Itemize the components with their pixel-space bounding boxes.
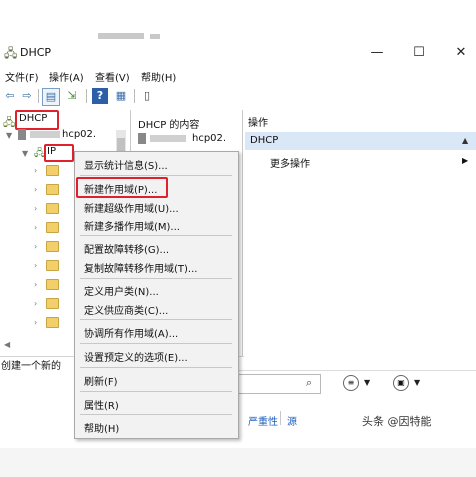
actions-more[interactable]: 更多操作	[270, 155, 310, 170]
menu-action[interactable]: 操作(A)	[49, 69, 84, 84]
redacted-block	[150, 135, 186, 142]
menu-item-set-predefined-options[interactable]: 设置预定义的选项(E)...	[84, 349, 188, 364]
menu-separator	[80, 278, 232, 279]
back-arrow-icon[interactable]: ⇦	[2, 88, 18, 104]
menu-separator	[80, 235, 232, 236]
forward-arrow-icon[interactable]: ⇨	[19, 88, 35, 104]
expand-arrow-icon[interactable]: ▼	[6, 131, 12, 140]
collapse-arrow-icon[interactable]: ›	[34, 280, 37, 289]
folder-icon	[46, 260, 59, 271]
maximize-button[interactable]: ☐	[404, 42, 434, 64]
actions-header: 操作	[248, 118, 268, 129]
export-list-icon[interactable]: ⇲	[64, 88, 80, 104]
menu-view[interactable]: 查看(V)	[95, 69, 130, 84]
dhcp-app-icon: 🖧	[4, 46, 18, 60]
toolbar-separator	[134, 89, 135, 103]
collapse-arrow-icon[interactable]: ›	[34, 318, 37, 327]
save-icon[interactable]: ▣	[393, 375, 409, 391]
menu-item-replicate-failover[interactable]: 复制故障转移作用域(T)...	[84, 260, 197, 275]
folder-icon	[46, 317, 59, 328]
bottom-band	[0, 448, 476, 477]
menu-item-new-scope[interactable]: 新建作用域(P)...	[84, 181, 157, 196]
menu-item-reconcile-scopes[interactable]: 协调所有作用域(A)...	[84, 325, 178, 340]
folder-icon	[46, 279, 59, 290]
menu-item-new-multicast-scope[interactable]: 新建多播作用域(M)...	[84, 218, 180, 233]
collapse-arrow-icon[interactable]: ›	[34, 299, 37, 308]
actions-dhcp[interactable]: DHCP	[250, 135, 278, 146]
tree-server[interactable]: hcp02.	[62, 129, 96, 140]
menu-separator	[80, 391, 232, 392]
menu-help[interactable]: 帮助(H)	[141, 69, 176, 84]
background-mark	[150, 34, 160, 39]
column-source[interactable]: 源	[287, 413, 297, 428]
background-mark	[98, 33, 144, 39]
status-text: 创建一个新的	[1, 361, 61, 372]
show-hide-tree-icon[interactable]: ▤	[42, 88, 60, 106]
column-divider	[280, 411, 281, 425]
folder-icon	[46, 222, 59, 233]
content-server-item[interactable]: hcp02.	[192, 133, 226, 144]
scroll-left-icon[interactable]: ◀	[4, 340, 10, 349]
menu-item-refresh[interactable]: 刷新(F)	[84, 373, 118, 388]
collapse-arrow-icon[interactable]: ›	[34, 261, 37, 270]
background-strip	[0, 0, 476, 42]
menu-separator	[80, 367, 232, 368]
tree-ipv4[interactable]: IP	[47, 146, 56, 157]
menu-separator	[80, 319, 232, 320]
menu-file[interactable]: 文件(F)	[5, 69, 39, 84]
window-title: DHCP	[20, 46, 52, 59]
collapse-arrow-icon[interactable]: ›	[34, 185, 37, 194]
menu-item-show-stats[interactable]: 显示统计信息(S)...	[84, 157, 168, 172]
collapse-arrow-icon[interactable]: ›	[34, 204, 37, 213]
close-button[interactable]: ✕	[446, 42, 476, 64]
server-node-icon	[18, 129, 26, 140]
folder-icon	[46, 241, 59, 252]
menu-item-define-user-classes[interactable]: 定义用户类(N)...	[84, 283, 159, 298]
tree-root-dhcp[interactable]: DHCP	[19, 113, 47, 124]
collapse-up-icon[interactable]: ▲	[462, 136, 468, 145]
folder-icon	[46, 184, 59, 195]
menu-item-define-vendor-classes[interactable]: 定义供应商类(C)...	[84, 302, 168, 317]
folder-icon	[46, 165, 59, 176]
column-severity[interactable]: 严重性	[248, 413, 278, 428]
server-node-icon	[138, 133, 146, 144]
properties-icon[interactable]: ▦	[113, 88, 129, 104]
folder-icon	[46, 298, 59, 309]
collapse-arrow-icon[interactable]: ›	[34, 223, 37, 232]
minimize-button[interactable]: —	[362, 42, 392, 64]
actions-header-bar	[244, 110, 476, 130]
chevron-down-icon[interactable]: ▼	[364, 378, 370, 387]
content-header: DHCP 的内容	[138, 120, 200, 131]
watermark: 头条 @因特能	[362, 415, 432, 428]
collapse-arrow-icon[interactable]: ›	[34, 242, 37, 251]
folder-icon	[46, 203, 59, 214]
menu-item-new-superscope[interactable]: 新建超级作用域(U)...	[84, 200, 179, 215]
menu-separator	[80, 175, 232, 176]
search-icon[interactable]: ⌕	[306, 376, 312, 390]
menu-item-properties[interactable]: 属性(R)	[84, 397, 119, 412]
menu-item-help[interactable]: 帮助(H)	[84, 420, 119, 435]
actions-selected-row[interactable]	[245, 132, 476, 150]
filter-icon[interactable]: ≡	[343, 375, 359, 391]
submenu-arrow-icon[interactable]: ▶	[462, 156, 468, 165]
server-icon[interactable]: ▯	[139, 88, 155, 104]
toolbar-separator	[86, 89, 87, 103]
redacted-block	[30, 131, 60, 138]
collapse-arrow-icon[interactable]: ›	[34, 166, 37, 175]
expand-arrow-icon[interactable]: ▼	[22, 149, 28, 158]
menu-separator	[80, 414, 232, 415]
menu-item-configure-failover[interactable]: 配置故障转移(G)...	[84, 241, 169, 256]
toolbar-separator	[38, 89, 39, 103]
help-icon[interactable]: ?	[92, 88, 108, 104]
chevron-down-icon[interactable]: ▼	[414, 378, 420, 387]
menu-separator	[80, 343, 232, 344]
